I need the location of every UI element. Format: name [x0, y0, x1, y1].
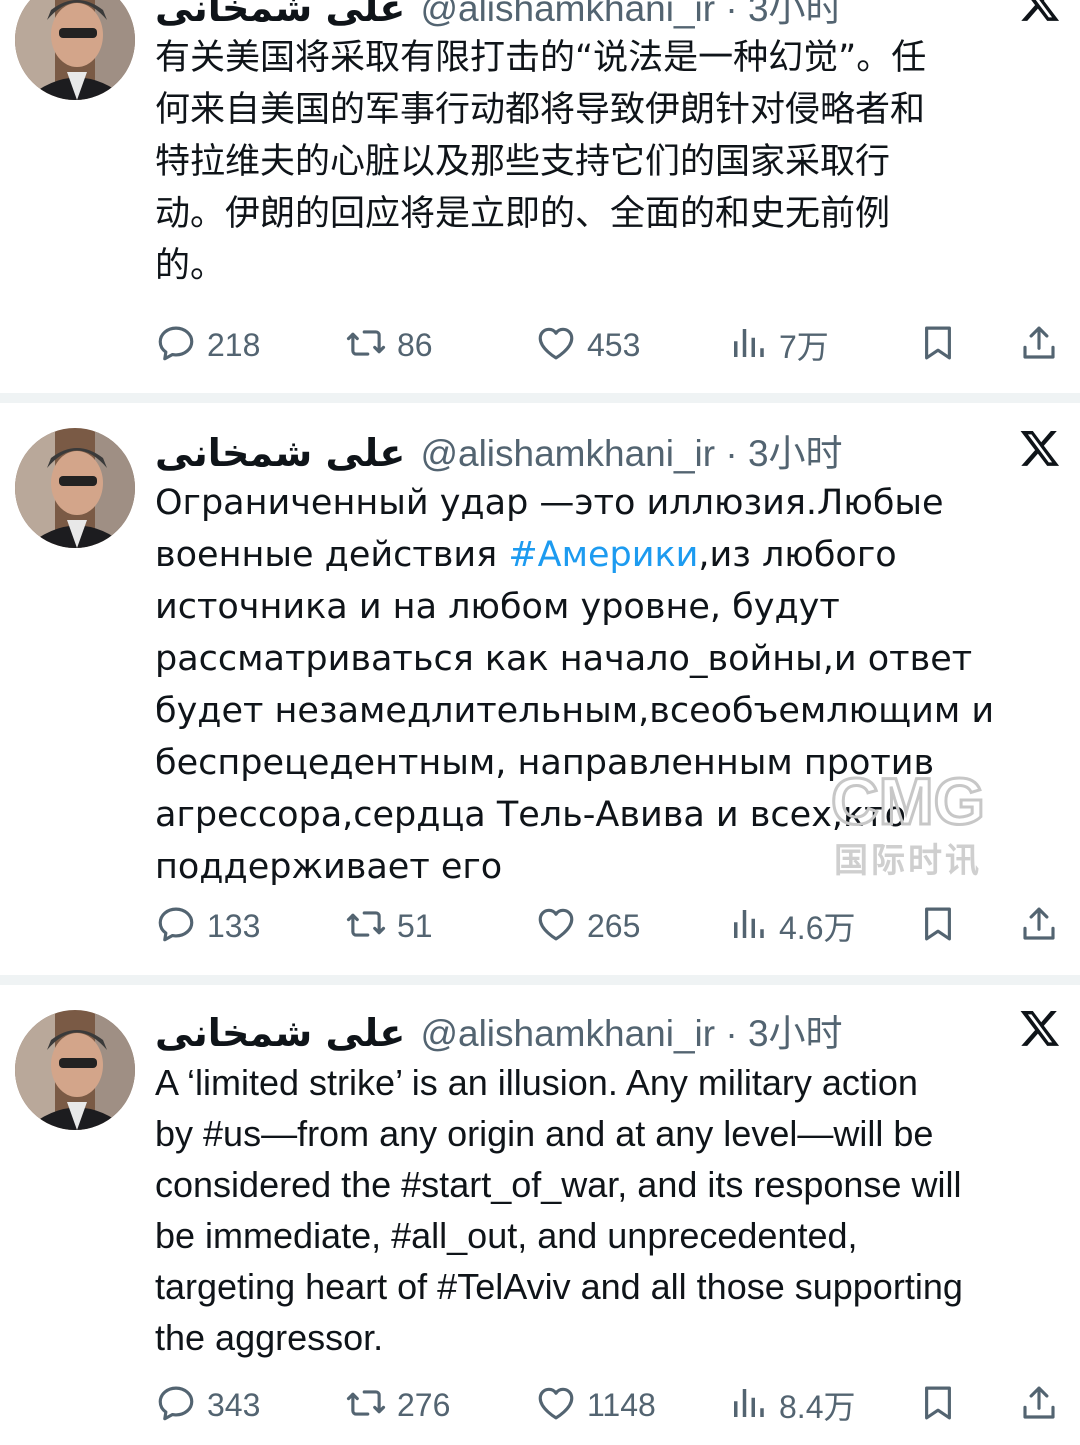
share-button[interactable] [1018, 901, 1060, 951]
reply-button[interactable]: 343 [155, 1380, 260, 1430]
text-line: 特拉维夫的心脏以及那些支持它们的国家采取行 [155, 142, 891, 182]
repost-button[interactable]: 276 [345, 1380, 450, 1430]
text-line: 有关美国将采取有限打击的“说法是一种幻觉”。任 [155, 38, 927, 78]
reply-button[interactable]: 133 [155, 901, 260, 951]
views-button[interactable]: 7万 [727, 320, 829, 370]
bookmark-icon [917, 322, 959, 368]
display-name[interactable]: علی شمخانی [155, 1011, 405, 1055]
avatar[interactable] [15, 0, 135, 100]
like-count: 453 [587, 326, 641, 363]
repost-icon [345, 322, 387, 368]
text-line: 的。 [155, 246, 226, 286]
text-line: 动。伊朗的回应将是立即的、全面的和史无前例 [155, 194, 891, 234]
reply-count: 218 [207, 326, 261, 363]
handle-and-time[interactable]: @alishamkhani_ir · 3小时 [420, 1013, 842, 1054]
like-count: 1148 [587, 1386, 656, 1423]
views-count: 7万 [779, 329, 829, 365]
text-line: the aggressor. [155, 1317, 384, 1358]
views-icon [727, 322, 769, 368]
handle-and-time[interactable]: @alishamkhani_ir · 3小时 [420, 433, 842, 474]
x-logo-icon [1018, 427, 1062, 469]
like-count: 265 [587, 907, 641, 944]
text-line: by #us—from any origin and at any level—… [155, 1113, 934, 1154]
reply-count: 343 [207, 1386, 261, 1423]
bookmark-button[interactable] [917, 901, 959, 951]
bookmark-button[interactable] [917, 1380, 959, 1430]
share-icon [1018, 322, 1060, 368]
x-logo-icon [1018, 1007, 1062, 1049]
text-line: будет незамедлительным,всеобъемлющим и [155, 691, 995, 731]
share-icon [1018, 903, 1060, 949]
like-button[interactable]: 453 [535, 320, 640, 370]
like-button[interactable]: 1148 [535, 1380, 656, 1430]
repost-icon [345, 1382, 387, 1428]
heart-icon [535, 903, 577, 949]
cmg-watermark: CMG 国际时讯 [830, 763, 987, 882]
tweet-actions: 218 86 453 7万 [0, 320, 1080, 370]
reply-button[interactable]: 218 [155, 320, 260, 370]
views-count: 4.6万 [779, 910, 856, 946]
divider [0, 975, 1080, 985]
share-button[interactable] [1018, 320, 1060, 370]
views-icon [727, 903, 769, 949]
bookmark-icon [917, 1382, 959, 1428]
text-segment: военные действия [155, 535, 509, 575]
watermark-subtitle: 国际时讯 [834, 841, 982, 881]
text-line: источника и на любом уровне, будут [155, 587, 840, 627]
display-name[interactable]: علی شمخانی [155, 431, 405, 475]
text-line: 何来自美国的军事行动都将导致伊朗针对侵略者和 [155, 90, 926, 130]
tweet-1[interactable]: علی شمخانی @alishamkhani_ir · 3小时 有关美国将采… [0, 0, 1080, 395]
text-segment: ,из любого [698, 535, 897, 575]
watermark-brand: CMG [831, 764, 985, 838]
heart-icon [535, 322, 577, 368]
divider [0, 393, 1080, 403]
bookmark-icon [917, 903, 959, 949]
text-line: be immediate, #all_out, and unprecedente… [155, 1215, 858, 1256]
like-button[interactable]: 265 [535, 901, 640, 951]
tweet-text: A ‘limited strike’ is an illusion. Any m… [155, 1057, 1070, 1363]
tweet-actions: 133 51 265 4.6万 [0, 901, 1080, 951]
bookmark-button[interactable] [917, 320, 959, 370]
heart-icon [535, 1382, 577, 1428]
text-line: considered the #start_of_war, and its re… [155, 1164, 962, 1205]
reply-icon [155, 903, 197, 949]
views-icon [727, 1382, 769, 1428]
share-icon [1018, 1382, 1060, 1428]
reply-icon [155, 322, 197, 368]
handle-and-time[interactable]: @alishamkhani_ir · 3小时 [420, 0, 842, 29]
repost-button[interactable]: 51 [345, 901, 433, 951]
tweet-header: علی شمخانی @alishamkhani_ir · 3小时 [155, 0, 843, 30]
text-line: targeting heart of #TelAviv and all thos… [155, 1266, 963, 1307]
text-line: A ‘limited strike’ is an illusion. Any m… [155, 1062, 918, 1103]
avatar[interactable] [15, 428, 135, 548]
text-line: Ограниченный удар —это иллюзия.Любые [155, 483, 944, 523]
tweet-header: علی شمخانی @alishamkhani_ir · 3小时 [155, 423, 843, 475]
repost-icon [345, 903, 387, 949]
tweet-2[interactable]: علی شمخانی @alishamkhani_ir · 3小时 Ограни… [0, 403, 1080, 978]
tweet-3[interactable]: علی شمخانی @alishamkhani_ir · 3小时 A ‘lim… [0, 985, 1080, 1445]
text-line: военные действия #Америки,из любого [155, 529, 1070, 581]
repost-count: 86 [397, 326, 433, 363]
tweet-actions: 343 276 1148 8.4万 [0, 1380, 1080, 1430]
text-line: рассматриваться как начало_войны,и ответ [155, 639, 973, 679]
repost-count: 51 [397, 907, 433, 944]
repost-button[interactable]: 86 [345, 320, 433, 370]
repost-count: 276 [397, 1386, 451, 1423]
tweet-header: علی شمخانی @alishamkhani_ir · 3小时 [155, 1003, 843, 1055]
reply-icon [155, 1382, 197, 1428]
share-button[interactable] [1018, 1380, 1060, 1430]
display-name[interactable]: علی شمخانی [155, 0, 405, 30]
views-button[interactable]: 8.4万 [727, 1380, 856, 1430]
tweet-text: 有关美国将采取有限打击的“说法是一种幻觉”。任 何来自美国的军事行动都将导致伊朗… [155, 32, 1070, 292]
views-button[interactable]: 4.6万 [727, 901, 856, 951]
reply-count: 133 [207, 907, 261, 944]
hashtag-link[interactable]: #Америки [508, 535, 698, 575]
x-logo-icon [1018, 0, 1062, 24]
avatar[interactable] [15, 1010, 135, 1130]
views-count: 8.4万 [779, 1389, 856, 1425]
